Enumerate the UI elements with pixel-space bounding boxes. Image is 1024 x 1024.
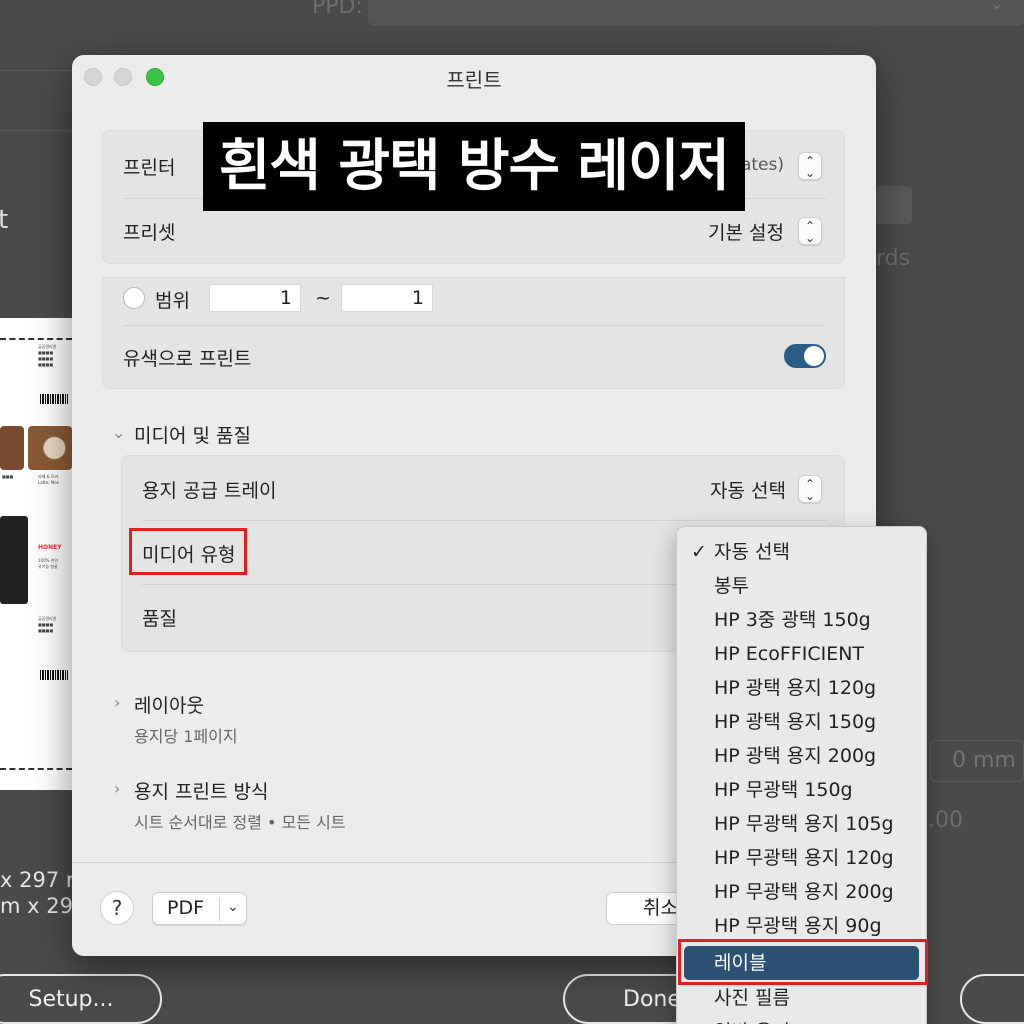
ppd-select[interactable] [368, 0, 1024, 26]
chevron-down-icon[interactable]: ⌄ [112, 423, 125, 442]
honey-logo: HONEY [38, 544, 62, 551]
media-quality-section-title[interactable]: 미디어 및 품질 [134, 421, 251, 448]
menu-item-hp-ecofficient[interactable]: HP EcoFFICIENT [677, 637, 926, 671]
chevron-right-icon[interactable]: › [114, 693, 120, 712]
menu-item-hp-matte-105[interactable]: HP 무광택 용지 105g [677, 807, 926, 841]
product-photo [0, 426, 24, 470]
barcode [40, 670, 68, 680]
title-bar: 프린트 [72, 55, 876, 99]
pdf-menu-button[interactable]: PDF ⌄ [152, 892, 247, 925]
preview-label-text: 라떼 & 모카 Latte, Mok [38, 474, 60, 485]
menu-item-hp-glossy-150[interactable]: HP 광택 용지 150g [677, 705, 926, 739]
caption-overlay: 흰색 광택 방수 레이저 [203, 122, 745, 211]
pdf-button-label: PDF [167, 897, 205, 919]
layout-section-summary: 용지당 1페이지 [134, 727, 238, 746]
help-button[interactable]: ? [100, 891, 134, 925]
divider [123, 325, 826, 326]
menu-item-hp-matte-150[interactable]: HP 무광택 150g [677, 773, 926, 807]
cut-line [0, 338, 72, 340]
paper-print-section-summary: 시트 순서대로 정렬 • 모든 시트 [134, 813, 346, 832]
menu-item-hp-triple-gloss-150[interactable]: HP 3중 광택 150g [677, 603, 926, 637]
divider [142, 520, 826, 521]
menu-item-hp-matte-90[interactable]: HP 무광택 용지 90g [677, 909, 926, 943]
cut-line [0, 768, 72, 770]
bg-partial-text: t [0, 205, 9, 235]
preview-label-text: ■■■ [2, 474, 14, 479]
menu-item-plain-paper[interactable]: 일반 용지 [677, 1015, 926, 1024]
print-preview-sheet: 곰곰관리원 ■■■■ ■■■■ ■■■■ ■■■ 라떼 & 모카 Latte, Mo… [0, 318, 72, 790]
menu-item-hp-glossy-120[interactable]: HP 광택 용지 120g [677, 671, 926, 705]
dialog-title: 프린트 [446, 68, 502, 92]
bg-divider [0, 130, 72, 131]
menu-item-photo-film[interactable]: 사진 필름 [677, 981, 926, 1015]
preset-label: 프리셋 [123, 222, 176, 244]
pdf-button-divider [219, 897, 220, 921]
preset-stepper[interactable]: ⌃ ⌄ [798, 217, 822, 245]
bg-partial-text: .00 [928, 808, 963, 833]
preview-label-text: 곰곰관리원 ■■■■ ■■■■ [38, 616, 57, 633]
paper-print-section-title[interactable]: 용지 프린트 방식 [134, 777, 268, 804]
latte-photo [28, 426, 72, 470]
chevron-right-icon[interactable]: › [114, 779, 120, 798]
range-separator: ~ [315, 287, 331, 309]
bg-partial-text: rds [876, 246, 911, 271]
preset-value[interactable]: 기본 설정 [708, 218, 784, 245]
paper-tray-stepper[interactable]: ⌃ ⌄ [798, 475, 822, 503]
ppd-label: PPD: [312, 0, 363, 19]
menu-item-hp-glossy-200[interactable]: HP 광택 용지 200g [677, 739, 926, 773]
printer-stepper[interactable]: ⌃ ⌄ [798, 152, 822, 180]
printer-value: ates) [740, 155, 784, 175]
paper-tray-label: 용지 공급 트레이 [142, 480, 277, 502]
bg-field[interactable] [876, 186, 912, 224]
menu-item-envelope[interactable]: 봉투 [677, 569, 926, 603]
printer-label: 프린터 [123, 157, 176, 179]
label-item-highlight [678, 939, 928, 985]
quality-label: 품질 [142, 608, 177, 630]
menu-item-auto-select[interactable]: ✓ 자동 선택 [677, 535, 926, 569]
chevron-down-icon: ⌄ [990, 0, 1004, 13]
nutrition-box [0, 516, 28, 604]
range-to-field[interactable]: 1 [341, 284, 433, 312]
bg-mm-value: 0 mm [952, 748, 1016, 773]
menu-item-hp-matte-200[interactable]: HP 무광택 용지 200g [677, 875, 926, 909]
range-radio[interactable] [123, 287, 145, 309]
media-type-highlight [129, 528, 247, 575]
layout-section-title[interactable]: 레이아웃 [134, 691, 204, 718]
bg-divider [0, 70, 72, 71]
preview-label-text: 곰곰관리원 ■■■■ ■■■■ ■■■■ [38, 344, 57, 367]
bg-button[interactable] [960, 974, 1024, 1024]
color-print-label: 유색으로 프린트 [123, 348, 252, 370]
range-from-field[interactable]: 1 [209, 284, 301, 312]
setup-button[interactable]: Setup... [0, 974, 162, 1024]
barcode [40, 394, 68, 404]
range-label: 범위 [155, 290, 190, 312]
toggle-knob [804, 346, 824, 366]
bg-dimension-text: x 297 r [0, 868, 75, 892]
chevron-down-icon[interactable]: ⌄ [227, 899, 239, 915]
pages-color-panel: 범위 1 ~ 1 유색으로 프린트 [102, 277, 845, 389]
menu-item-hp-matte-120[interactable]: HP 무광택 용지 120g [677, 841, 926, 875]
checkmark-icon: ✓ [691, 541, 707, 563]
paper-tray-value[interactable]: 자동 선택 [710, 476, 786, 503]
preview-label-text: 100% 천연 유기농 벌꿀 [38, 558, 59, 569]
color-print-toggle[interactable] [784, 344, 826, 368]
